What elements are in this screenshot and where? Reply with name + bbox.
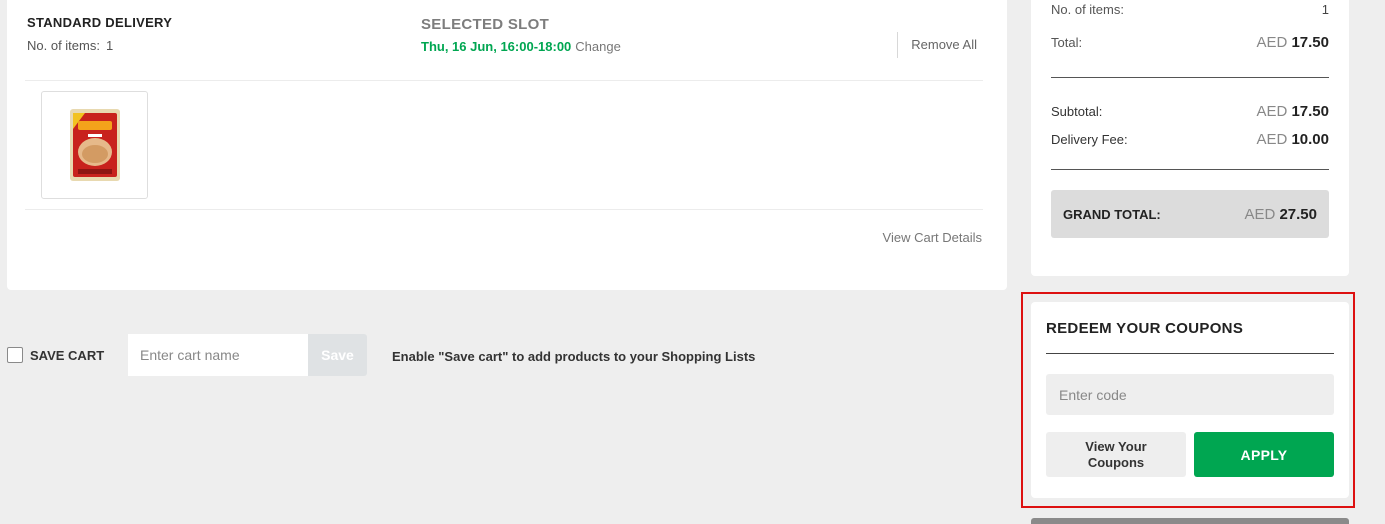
summary-subtotal-label: Subtotal: — [1051, 104, 1103, 119]
summary-delivery-fee-label: Delivery Fee: — [1051, 132, 1128, 147]
flour-bag-icon — [69, 109, 120, 181]
items-label: No. of items: — [27, 38, 100, 53]
coupon-title: REDEEM YOUR COUPONS — [1046, 320, 1244, 337]
slot-time: Thu, 16 Jun, 16:00-18:00 — [421, 39, 572, 54]
delivery-fee-amount: 10.00 — [1291, 131, 1329, 148]
view-coupons-button[interactable]: View Your Coupons — [1046, 432, 1186, 477]
summary-total-label: Total: — [1051, 35, 1083, 50]
divider — [1046, 353, 1334, 354]
delivery-card: STANDARD DELIVERY No. of items: 1 SELECTE… — [7, 0, 1007, 290]
save-cart-label[interactable]: SAVE CART — [30, 348, 104, 363]
apply-coupon-button[interactable]: APPLY — [1194, 432, 1334, 477]
summary-items-count: 1 — [1321, 2, 1329, 17]
cart-name-input[interactable] — [128, 334, 308, 376]
slot-line: Thu, 16 Jun, 16:00-18:00 Change — [421, 39, 621, 54]
currency-label: AED — [1256, 131, 1288, 148]
subtotal-amount: 17.50 — [1291, 103, 1329, 120]
summary-items-row: No. of items: 1 — [1051, 2, 1329, 17]
items-count: 1 — [105, 38, 114, 53]
summary-subtotal-row: Subtotal: AED 17.50 — [1051, 103, 1329, 120]
save-cart-checkbox[interactable] — [7, 347, 23, 363]
product-thumbnail[interactable] — [41, 91, 148, 199]
grand-total-value: AED 27.50 — [1244, 206, 1317, 223]
divider — [25, 80, 983, 81]
remove-all-link[interactable]: Remove All — [911, 37, 977, 52]
currency-label: AED — [1256, 34, 1288, 51]
save-cart-hint: Enable "Save cart" to add products to yo… — [392, 349, 756, 364]
summary-items-label: No. of items: — [1051, 2, 1124, 17]
divider — [1051, 77, 1329, 78]
grand-total-box: GRAND TOTAL: AED 27.50 — [1051, 190, 1329, 238]
next-section-edge — [1031, 518, 1349, 524]
delivery-items: No. of items: 1 — [27, 38, 113, 53]
currency-label: AED — [1256, 103, 1288, 120]
coupon-code-input[interactable] — [1046, 374, 1334, 415]
summary-subtotal-value: AED 17.50 — [1256, 103, 1329, 120]
save-cart-button[interactable]: Save — [308, 334, 367, 376]
divider — [897, 32, 898, 58]
delivery-type: STANDARD DELIVERY — [27, 15, 173, 30]
coupon-card: REDEEM YOUR COUPONS View Your Coupons AP… — [1031, 302, 1349, 498]
change-slot-link[interactable]: Change — [575, 39, 621, 54]
currency-label: AED — [1244, 205, 1276, 223]
summary-total-value: AED 17.50 — [1256, 34, 1329, 51]
summary-delivery-fee-row: Delivery Fee: AED 10.00 — [1051, 131, 1329, 148]
order-summary: No. of items: 1 Total: AED 17.50 Subtota… — [1031, 0, 1349, 276]
divider — [1051, 169, 1329, 170]
grand-total-amount: 27.50 — [1279, 205, 1317, 223]
grand-total-label: GRAND TOTAL: — [1063, 206, 1161, 222]
summary-total-row: Total: AED 17.50 — [1051, 34, 1329, 51]
summary-delivery-fee-value: AED 10.00 — [1256, 131, 1329, 148]
slot-heading: SELECTED SLOT — [421, 16, 550, 33]
divider — [25, 209, 983, 210]
view-cart-details-link[interactable]: View Cart Details — [883, 230, 982, 245]
cart-page: STANDARD DELIVERY No. of items: 1 SELECTE… — [0, 0, 1385, 524]
total-amount: 17.50 — [1291, 34, 1329, 51]
